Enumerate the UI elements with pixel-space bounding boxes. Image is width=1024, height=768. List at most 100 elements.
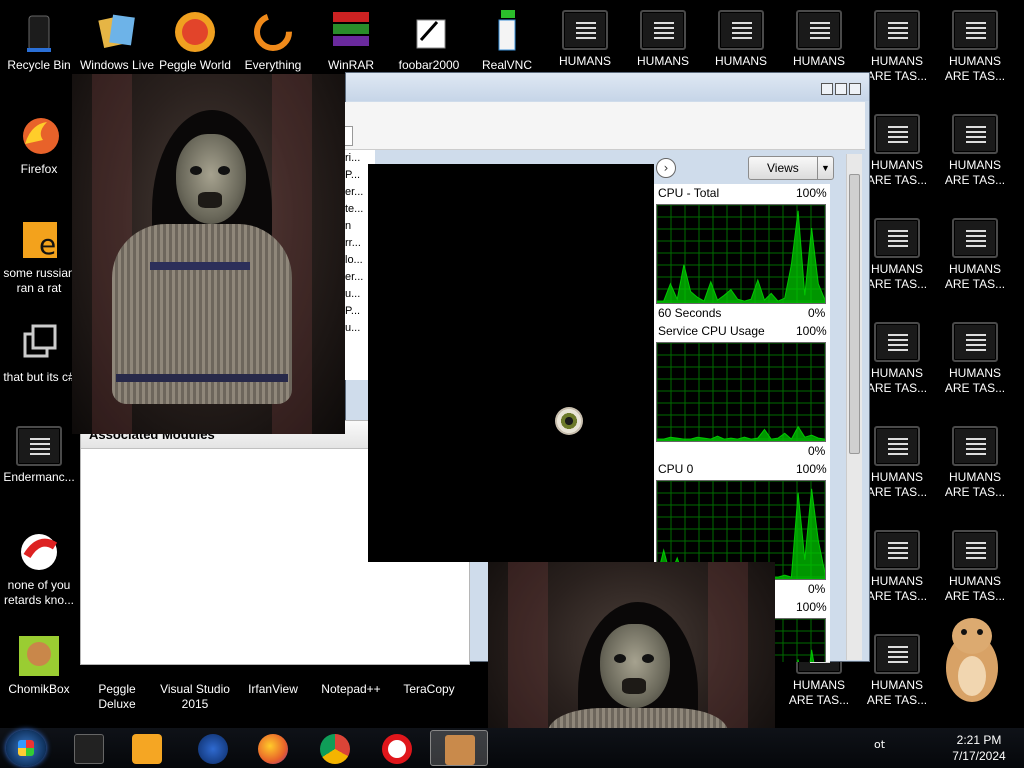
humans-are-icon-r4c2[interactable]: HUMANS ARE TAS... — [936, 316, 1014, 416]
window-titlebar[interactable] — [346, 73, 869, 101]
views-label: Views — [767, 161, 799, 175]
graph-title-text: Service CPU Usage — [658, 324, 765, 338]
document-icon — [16, 426, 62, 466]
eyeball-image — [555, 407, 583, 435]
system-tray: ot 2:21 PM 7/17/2024 — [864, 730, 1024, 766]
document-icon — [874, 218, 920, 258]
taskbar-media[interactable] — [118, 730, 176, 766]
endermanc-label: Endermanc... — [3, 470, 75, 484]
taskbar-firefox[interactable] — [244, 730, 302, 766]
document-icon — [952, 114, 998, 154]
minimize-button[interactable] — [821, 83, 833, 95]
clock-date: 7/17/2024 — [952, 749, 1006, 763]
document-icon — [952, 530, 998, 570]
humans-are-icon-r3c2[interactable]: HUMANS ARE TAS... — [936, 212, 1014, 312]
graph-max-pct: 100% — [796, 324, 827, 338]
graph-title: Service CPU Usage 100% — [658, 324, 827, 338]
thatbut-label: that but its c# — [3, 370, 75, 384]
chrome-icon — [320, 734, 350, 764]
graph-scrollbar[interactable] — [846, 154, 862, 660]
document-icon — [718, 10, 764, 50]
taskbar-chrome[interactable] — [306, 730, 364, 766]
firefox-glyph — [17, 114, 61, 158]
document-icon — [874, 634, 920, 674]
document-icon — [952, 10, 998, 50]
humans-are-label: HUMANS ARE TAS... — [944, 54, 1006, 83]
graph-max-pct: 100% — [796, 600, 827, 614]
winrar-glyph — [329, 10, 373, 54]
windows-live-glyph — [95, 10, 139, 54]
graph-max-pct: 100% — [796, 462, 827, 476]
taskbar-chomikbox[interactable] — [430, 730, 488, 766]
maximize-button[interactable] — [835, 83, 847, 95]
teracopy-label: TeraCopy — [403, 682, 455, 696]
taskbar-globe[interactable] — [184, 730, 242, 766]
foobar-glyph — [407, 10, 451, 54]
chomikbox-label: ChomikBox — [8, 682, 70, 696]
clock-time: 2:21 PM — [956, 733, 1002, 747]
doll-image-top — [72, 74, 345, 434]
document-icon — [874, 530, 920, 570]
recycle-bin-glyph — [17, 10, 61, 54]
document-icon — [874, 426, 920, 466]
peggle-world-glyph — [173, 10, 217, 54]
graph-title: CPU - Total 100% — [658, 186, 827, 200]
chomikbox-icon[interactable]: ChomikBox — [0, 628, 78, 728]
document-icon — [952, 322, 998, 362]
russian-glyph: e — [17, 218, 61, 262]
humans-are-icon-r2c2[interactable]: HUMANS ARE TAS... — [936, 108, 1014, 208]
graph-min-pct: 0% — [808, 444, 826, 458]
humans-are-label: HUMANS ARE TAS... — [788, 678, 850, 707]
scrollbar-thumb[interactable] — [849, 174, 860, 454]
document-icon — [874, 114, 920, 154]
humans-are-label: HUMANS ARE TAS... — [866, 678, 928, 707]
document-icon — [640, 10, 686, 50]
window-controls — [821, 83, 861, 95]
recycle-bin-label: Recycle Bin — [7, 58, 71, 72]
views-button[interactable]: Views ▼ — [748, 156, 834, 180]
globe-icon — [198, 734, 228, 764]
firefox-icon — [258, 734, 288, 764]
cpu-graph — [656, 342, 826, 442]
close-button[interactable] — [849, 83, 861, 95]
realvnc-glyph — [485, 10, 529, 54]
graph-title: CPU 0 100% — [658, 462, 827, 476]
dropdown-arrow-icon[interactable]: ▼ — [817, 157, 833, 179]
svg-text:e: e — [39, 228, 56, 261]
chomikbox-glyph — [17, 634, 61, 678]
firefox-desktop-icon[interactable]: Firefox — [0, 108, 78, 208]
document-icon — [874, 10, 920, 50]
peggle-deluxe-label: Peggle Deluxe — [98, 682, 136, 711]
firefox-label: Firefox — [20, 162, 58, 176]
endermanc-icon[interactable]: Endermanc... — [0, 420, 78, 520]
terminal-icon — [74, 734, 104, 764]
graph-max-pct: 100% — [796, 186, 827, 200]
taskbar-opera[interactable] — [368, 730, 426, 766]
noneofyou-icon[interactable]: none of you retards kno... — [0, 524, 78, 624]
start-button[interactable] — [6, 730, 46, 766]
humans-are-icon-r5c2[interactable]: HUMANS ARE TAS... — [936, 420, 1014, 520]
humans-are-label: HUMANS ARE TAS... — [944, 574, 1006, 603]
media-player-icon — [132, 734, 162, 764]
thatbut-icon[interactable]: that but its c# — [0, 316, 78, 416]
graph-toolbar: › Views ▼ — [648, 154, 866, 182]
taskbar-cmd[interactable] — [60, 730, 118, 766]
tab-partial[interactable] — [345, 126, 353, 146]
graph-min-pct: 0% — [808, 582, 826, 596]
recycle-bin-icon[interactable]: Recycle Bin — [0, 4, 78, 104]
black-window[interactable] — [368, 164, 654, 562]
document-icon — [952, 426, 998, 466]
notepadpp-label: Notepad++ — [321, 682, 381, 696]
graph-footer-text: 60 Seconds — [658, 306, 722, 320]
graph-min-pct: 0% — [808, 306, 826, 320]
clock[interactable]: 2:21 PM 7/17/2024 — [944, 732, 1014, 764]
humans-are-label: HUMANS ARE TAS... — [944, 470, 1006, 499]
russian-icon[interactable]: e some russian ran a rat — [0, 212, 78, 312]
graph-title-text: CPU - Total — [658, 186, 720, 200]
irfanview-label: IrfanView — [248, 682, 298, 696]
humans-are-icon-r1c2[interactable]: HUMANS ARE TAS... — [936, 4, 1014, 104]
chevron-right-icon[interactable]: › — [656, 158, 676, 178]
document-icon — [796, 10, 842, 50]
tray-label: ot — [874, 738, 886, 751]
russian-label: some russian ran a rat — [3, 266, 75, 295]
